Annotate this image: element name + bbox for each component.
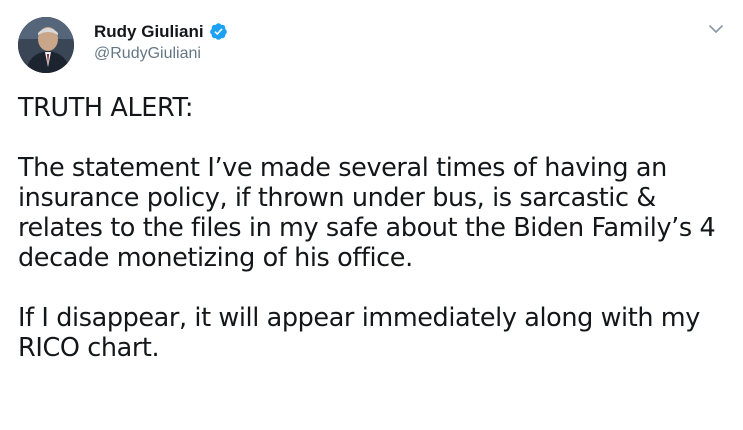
verified-badge-icon	[209, 22, 228, 41]
chevron-down-icon[interactable]	[707, 20, 725, 38]
display-name-row: Rudy Giuliani	[94, 21, 228, 43]
display-name[interactable]: Rudy Giuliani	[94, 21, 204, 43]
tweet-text: TRUTH ALERT: The statement I’ve made sev…	[18, 93, 716, 363]
author-names: Rudy Giuliani @RudyGiuliani	[94, 21, 228, 64]
avatar-image	[18, 17, 74, 73]
avatar[interactable]	[18, 17, 74, 73]
tweet-card: Rudy Giuliani @RudyGiuliani TRUTH ALERT:…	[0, 0, 743, 430]
user-handle[interactable]: @RudyGiuliani	[94, 43, 228, 64]
tweet-header: Rudy Giuliani @RudyGiuliani	[18, 14, 228, 76]
